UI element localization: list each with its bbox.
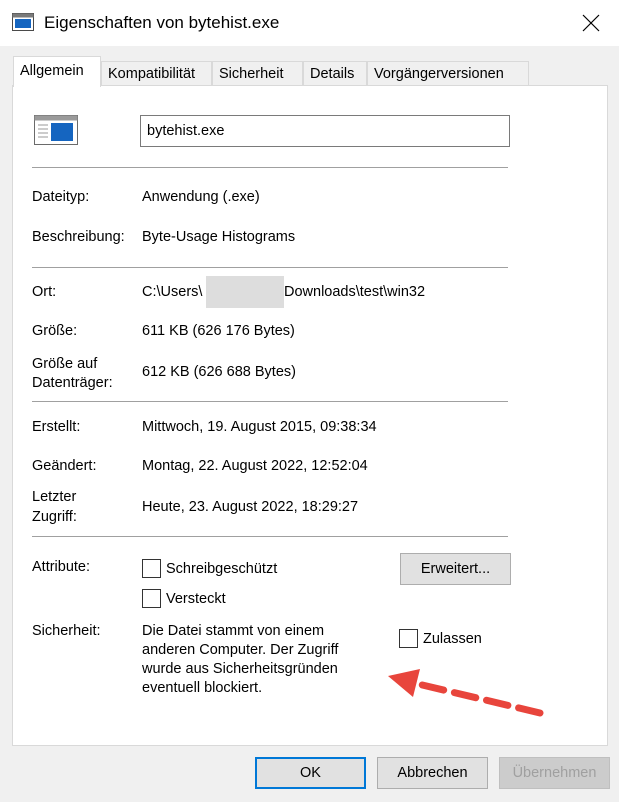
executable-file-icon bbox=[34, 115, 78, 145]
description-label: Beschreibung: bbox=[32, 229, 125, 245]
modified-value: Montag, 22. August 2022, 12:52:04 bbox=[142, 458, 368, 474]
separator bbox=[32, 267, 508, 268]
redaction-box bbox=[206, 276, 284, 308]
created-label: Erstellt: bbox=[32, 419, 81, 435]
size-value: 611 KB (626 176 Bytes) bbox=[142, 323, 295, 339]
accessed-label-line-1: Letzter bbox=[32, 489, 77, 505]
advanced-button[interactable]: Erweitert... bbox=[400, 553, 511, 585]
description-value: Byte-Usage Histograms bbox=[142, 229, 296, 245]
tab-details[interactable]: Details bbox=[303, 61, 367, 85]
close-icon[interactable] bbox=[580, 12, 602, 34]
red-dashed-arrow bbox=[388, 669, 544, 717]
ok-button[interactable]: OK bbox=[255, 757, 366, 789]
security-text-line-2: anderen Computer. Der Zugriff bbox=[142, 642, 339, 658]
unblock-checkbox[interactable] bbox=[399, 629, 418, 648]
security-text-line-4: eventuell blockiert. bbox=[142, 680, 263, 696]
accessed-label-line-2: Zugriff: bbox=[32, 509, 77, 525]
separator bbox=[32, 536, 508, 537]
tab-vorgaengerversionen[interactable]: Vorgängerversionen bbox=[367, 61, 529, 85]
tab-allgemein[interactable]: Allgemein bbox=[13, 56, 101, 87]
separator bbox=[32, 167, 508, 168]
title-bar: Eigenschaften von bytehist.exe bbox=[0, 0, 619, 46]
location-prefix: C:\Users\ bbox=[142, 284, 203, 300]
modified-label: Geändert: bbox=[32, 458, 97, 474]
cancel-button[interactable]: Abbrechen bbox=[377, 757, 488, 789]
security-text-line-1: Die Datei stammt von einem bbox=[142, 623, 325, 639]
hidden-checkbox[interactable] bbox=[142, 589, 161, 608]
type-value: Anwendung (.exe) bbox=[142, 189, 260, 205]
accessed-value: Heute, 23. August 2022, 18:29:27 bbox=[142, 499, 359, 515]
disk-size-value: 612 KB (626 688 Bytes) bbox=[142, 364, 296, 380]
unblock-label[interactable]: Zulassen bbox=[423, 630, 482, 649]
disk-size-label-line-1: Größe auf bbox=[32, 356, 98, 372]
attributes-label: Attribute: bbox=[32, 559, 91, 575]
tab-sicherheit[interactable]: Sicherheit bbox=[212, 61, 303, 85]
readonly-checkbox[interactable] bbox=[142, 559, 161, 578]
disk-size-label-line-2: Datenträger: bbox=[32, 375, 113, 391]
size-label: Größe: bbox=[32, 323, 78, 339]
location-suffix: Downloads\test\win32 bbox=[284, 284, 426, 300]
application-window-icon bbox=[12, 13, 34, 31]
security-text-line-3: wurde aus Sicherheitsgründen bbox=[142, 661, 338, 677]
location-label: Ort: bbox=[32, 284, 57, 300]
file-name-input[interactable] bbox=[140, 115, 510, 147]
readonly-label[interactable]: Schreibgeschützt bbox=[166, 560, 277, 579]
type-label: Dateityp: bbox=[32, 189, 90, 205]
created-value: Mittwoch, 19. August 2015, 09:38:34 bbox=[142, 419, 377, 435]
tab-kompatibilitaet[interactable]: Kompatibilität bbox=[101, 61, 212, 85]
separator bbox=[32, 401, 508, 402]
security-label: Sicherheit: bbox=[32, 623, 101, 639]
window-title: Eigenschaften von bytehist.exe bbox=[44, 13, 280, 32]
apply-button[interactable]: Übernehmen bbox=[499, 757, 610, 789]
hidden-label[interactable]: Versteckt bbox=[166, 590, 226, 609]
